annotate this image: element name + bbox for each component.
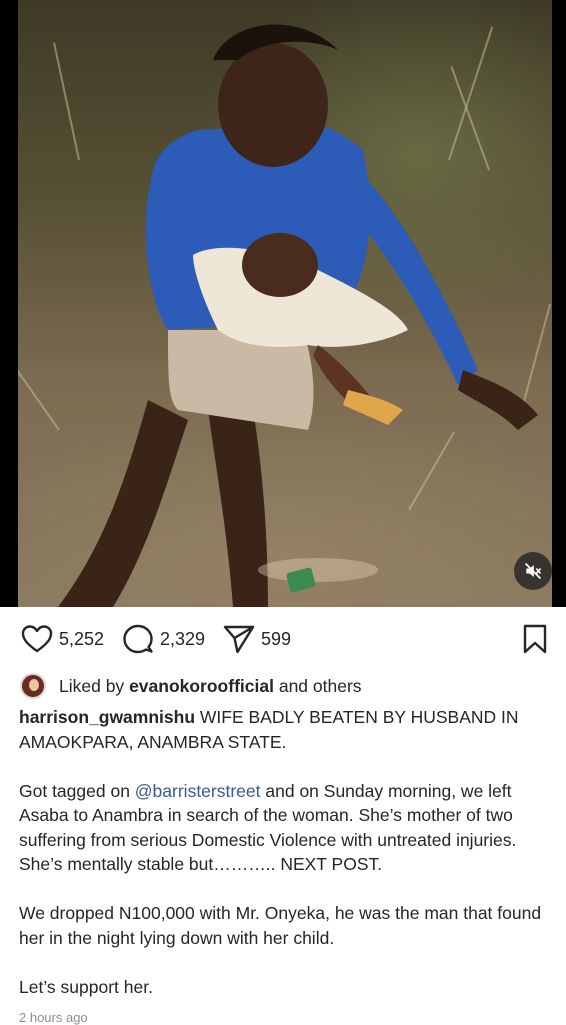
video-frame [18, 0, 552, 607]
like-action[interactable]: 5,252 [21, 620, 104, 658]
avatar[interactable] [20, 673, 46, 699]
comment-bubble-icon[interactable] [122, 623, 154, 655]
post-video[interactable] [0, 0, 566, 607]
caption-paragraph-3: Let’s support her. [19, 976, 153, 997]
mention-link[interactable]: @barristerstreet [135, 781, 261, 801]
post-timestamp: 2 hours ago [19, 1010, 88, 1025]
bookmark-icon[interactable] [522, 624, 548, 654]
save-button[interactable] [518, 620, 552, 658]
post-actions: 5,252 2,329 599 [0, 620, 566, 658]
scene-illustration [58, 24, 538, 607]
post-caption: harrison_gwamnishu WIFE BADLY BEATEN BY … [19, 705, 554, 1024]
mute-button[interactable] [514, 552, 552, 590]
comment-count[interactable]: 2,329 [160, 629, 205, 650]
like-count[interactable]: 5,252 [59, 629, 104, 650]
share-action[interactable]: 599 [223, 620, 291, 658]
liked-by-prefix: Liked by [59, 675, 125, 696]
caption-paragraph-2: We dropped N100,000 with Mr. Onyeka, he … [19, 903, 542, 948]
liked-by-row[interactable]: Liked by evanokoroofficial and others [20, 672, 362, 700]
send-icon[interactable] [223, 624, 255, 654]
speaker-muted-icon [524, 562, 542, 580]
comment-action[interactable]: 2,329 [122, 620, 205, 658]
liked-by-suffix[interactable]: and others [279, 676, 362, 697]
caption-paragraph-1-start: Got tagged on [19, 780, 135, 801]
share-count[interactable]: 599 [261, 629, 291, 650]
caption-username[interactable]: harrison_gwamnishu [19, 707, 195, 727]
heart-icon[interactable] [21, 624, 53, 654]
liked-by-user[interactable]: evanokoroofficial [129, 676, 274, 697]
